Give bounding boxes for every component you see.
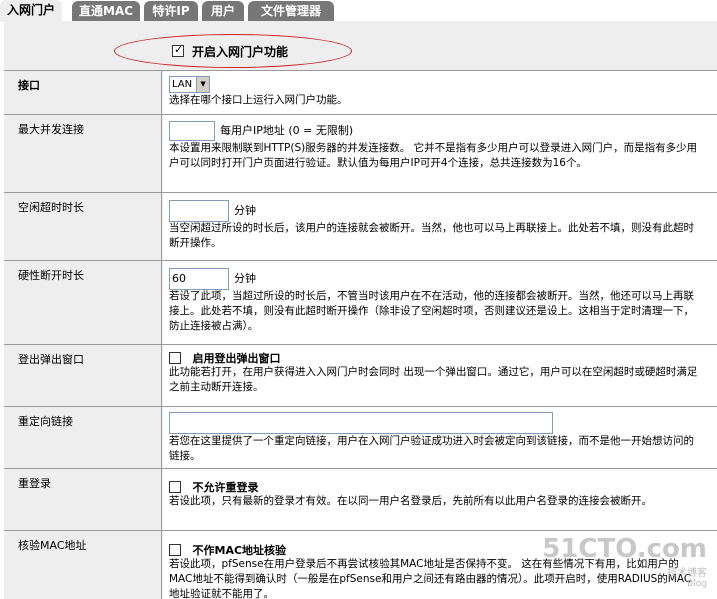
logout-popup-cell: 启用登出弹出窗口 此功能若打开，在用户获得进入入网门户时会同时 出现一个弹出窗口… [163,345,717,406]
enable-portal-label: 开启入网门户功能 [192,45,289,59]
max-conn-input[interactable] [169,120,215,141]
hard-timeout-desc: 若设了此项，当超过所设的时长后，不管当时该用户在不在活动，他的连接都会被断开。当… [169,290,694,332]
tab-file-manager[interactable]: 文件管理器 [248,1,334,22]
tab-allowed-ip[interactable]: 特许IP [144,1,198,22]
redirect-row: 重定向链接 若您在这里提供了一个重定向链接，用户在入网门户验证成功进入时会被定向… [4,406,717,468]
relogin-cell: 不允许重登录 若设此项，只有最新的登录才有效。在以同一用户名登录后，先前所有以此… [163,469,717,530]
tab-users[interactable]: 用户 [202,1,244,22]
max-conn-unit: 每用户IP地址 (0 = 无限制) [220,124,354,137]
tab-captive-portal[interactable]: 入网门户 [0,0,62,22]
relogin-row: 重登录 不允许重登录 若设此项，只有最新的登录才有效。在以同一用户名登录后，先前… [4,468,717,530]
idle-timeout-input[interactable] [169,199,229,222]
hard-timeout-cell: 分钟 若设了此项，当超过所设的时长后，不管当时该用户在不在活动，他的连接都会被断… [163,261,717,344]
redirect-cell: 若您在这里提供了一个重定向链接，用户在入网门户验证成功进入时会被定向到该链接，而… [163,407,717,468]
interface-row: 接口 LAN ▼ 选择在哪个接口上运行入网门户功能。 [4,70,717,114]
interface-select[interactable]: LAN ▼ [169,76,211,93]
redirect-desc: 若您在这里提供了一个重定向链接，用户在入网门户验证成功进入时会被定向到该链接，而… [169,435,694,462]
interface-label: 接口 [4,71,162,114]
settings-panel: 开启入网门户功能 接口 LAN ▼ 选择在哪个接口上运行入网门户功能。 最大并发… [4,22,717,599]
logout-popup-check-label: 启用登出弹出窗口 [192,351,281,365]
max-conn-cell: 每用户IP地址 (0 = 无限制) 本设置用来限制联到HTTP(S)服务器的并发… [163,115,717,192]
hard-timeout-label: 硬性断开时长 [4,261,162,344]
mac-check-label: 核验MAC地址 [4,531,162,599]
idle-timeout-desc: 当空闲超过所设的时长后，该用户的连接就会被断开。当然，他也可以马上再联接上。此处… [169,222,694,249]
hard-timeout-row: 硬性断开时长 分钟 若设了此项，当超过所设的时长后，不管当时该用户在不在活动，他… [4,260,717,344]
idle-timeout-row: 空闲超时时长 分钟 当空闲超过所设的时长后，该用户的连接就会被断开。当然，他也可… [4,192,717,260]
relogin-label: 重登录 [4,469,162,530]
tab-pass-through-mac[interactable]: 直通MAC [72,1,140,22]
hard-timeout-unit: 分钟 [234,272,256,285]
idle-timeout-unit: 分钟 [234,204,256,217]
max-conn-label: 最大并发连接 [4,115,162,192]
hard-timeout-input[interactable] [169,267,229,290]
max-conn-desc: 本设置用来限制联到HTTP(S)服务器的并发连接数。 它并不是指有多少用户可以登… [169,142,698,169]
mac-check-check-label: 不作MAC地址核验 [192,543,287,557]
relogin-check-label: 不允许重登录 [192,480,259,494]
idle-timeout-cell: 分钟 当空闲超过所设的时长后，该用户的连接就会被断开。当然，他也可以马上再联接上… [163,193,717,260]
logout-popup-row: 登出弹出窗口 启用登出弹出窗口 此功能若打开，在用户获得进入入网门户时会同时 出… [4,344,717,406]
redirect-url-input[interactable] [169,412,553,434]
logout-popup-desc: 此功能若打开，在用户获得进入入网门户时会同时 出现一个弹出窗口。通过它，用户可以… [169,366,698,393]
relogin-checkbox[interactable] [169,481,181,493]
interface-cell: LAN ▼ 选择在哪个接口上运行入网门户功能。 [163,71,717,114]
enable-portal-checkbox[interactable] [172,43,184,57]
chevron-down-icon[interactable]: ▼ [196,77,210,92]
watermark-sub2: Blog [687,579,707,589]
tab-bar: 入网门户 直通MAC 特许IP 用户 文件管理器 [0,0,717,22]
idle-timeout-label: 空闲超时时长 [4,193,162,260]
watermark-main: 51CTO.com [542,534,707,564]
redirect-label: 重定向链接 [4,407,162,468]
watermark: 51CTO.com 技术博客 Blog [542,534,707,589]
logout-popup-label: 登出弹出窗口 [4,345,162,406]
logout-popup-checkbox[interactable] [169,352,181,364]
mac-check-checkbox[interactable] [169,544,181,556]
interface-select-value: LAN [172,79,193,90]
max-conn-row: 最大并发连接 每用户IP地址 (0 = 无限制) 本设置用来限制联到HTTP(S… [4,114,717,192]
enable-portal-row: 开启入网门户功能 [4,34,717,70]
watermark-sub: 技术博客 [667,568,707,579]
interface-desc: 选择在哪个接口上运行入网门户功能。 [169,94,348,106]
relogin-desc: 若设此项，只有最新的登录才有效。在以同一用户名登录后，先前所有以此用户名登录的连… [169,495,652,507]
